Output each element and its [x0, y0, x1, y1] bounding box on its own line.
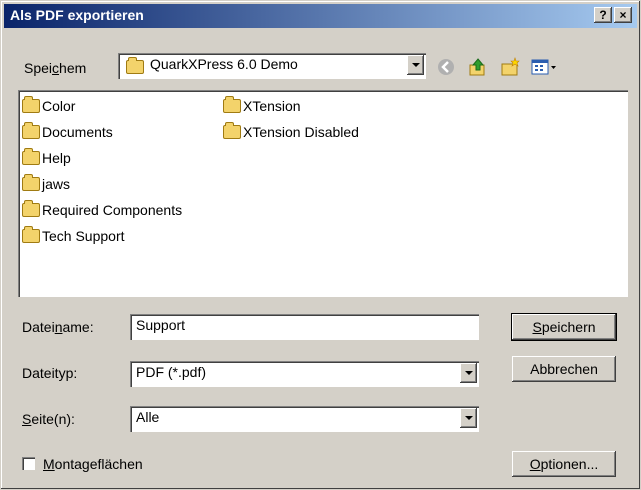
close-button[interactable]: × — [614, 7, 632, 23]
folder-item-color[interactable]: Color — [22, 95, 75, 114]
spreads-checkbox[interactable] — [22, 457, 35, 470]
folder-item-help[interactable]: Help — [22, 147, 71, 166]
folder-icon — [223, 121, 241, 139]
chevron-down-icon[interactable] — [460, 363, 477, 383]
dialog-title: Als PDF exportieren — [10, 7, 144, 23]
pages-label: Seite(n): — [22, 411, 75, 427]
back-icon[interactable] — [436, 57, 456, 77]
folder-icon — [223, 95, 241, 113]
folder-item-jaws[interactable]: jaws — [22, 173, 70, 192]
save-button[interactable]: Speichern — [512, 314, 616, 340]
filetype-value: PDF (*.pdf) — [136, 364, 207, 380]
folder-icon — [22, 121, 40, 139]
folder-item-xtension-disabled[interactable]: XTension Disabled — [223, 121, 359, 140]
folder-item-documents[interactable]: Documents — [22, 121, 113, 140]
title-bar: Als PDF exportieren ? × — [4, 4, 637, 28]
options-button[interactable]: Optionen... — [512, 451, 616, 477]
filename-input[interactable]: Support — [130, 314, 479, 340]
help-button[interactable]: ? — [594, 7, 612, 23]
pages-value: Alle — [136, 409, 160, 425]
chevron-down-icon[interactable] — [460, 408, 477, 428]
folder-icon — [22, 95, 40, 113]
filename-value: Support — [136, 317, 186, 333]
save-in-label: Speichem — [24, 60, 87, 76]
save-in-value: QuarkXPress 6.0 Demo — [150, 56, 298, 72]
filetype-label: Dateityp: — [22, 365, 78, 381]
cancel-button[interactable]: Abbrechen — [512, 356, 616, 382]
folder-item-xtension[interactable]: XTension — [223, 95, 301, 114]
folder-icon — [22, 173, 40, 191]
folder-icon — [126, 57, 144, 74]
chevron-down-icon[interactable] — [407, 55, 424, 75]
filename-label: Dateiname: — [22, 319, 94, 335]
new-folder-icon[interactable] — [500, 57, 520, 77]
save-in-dropdown[interactable]: QuarkXPress 6.0 Demo — [118, 53, 426, 79]
folder-icon — [22, 199, 40, 217]
folder-icon — [22, 147, 40, 165]
export-pdf-dialog: Als PDF exportieren ? × Speichem QuarkXP… — [0, 0, 641, 490]
up-folder-icon[interactable] — [468, 57, 488, 77]
view-menu-icon[interactable] — [531, 57, 557, 77]
folder-icon — [22, 225, 40, 243]
folder-item-tech-support[interactable]: Tech Support — [22, 225, 125, 244]
folder-item-required-components[interactable]: Required Components — [22, 199, 182, 218]
filetype-dropdown[interactable]: PDF (*.pdf) — [130, 361, 479, 387]
spreads-label: Montageflächen — [43, 456, 143, 472]
pages-dropdown[interactable]: Alle — [130, 406, 479, 432]
file-list[interactable]: Color Documents Help jaws Required Compo… — [18, 90, 628, 297]
